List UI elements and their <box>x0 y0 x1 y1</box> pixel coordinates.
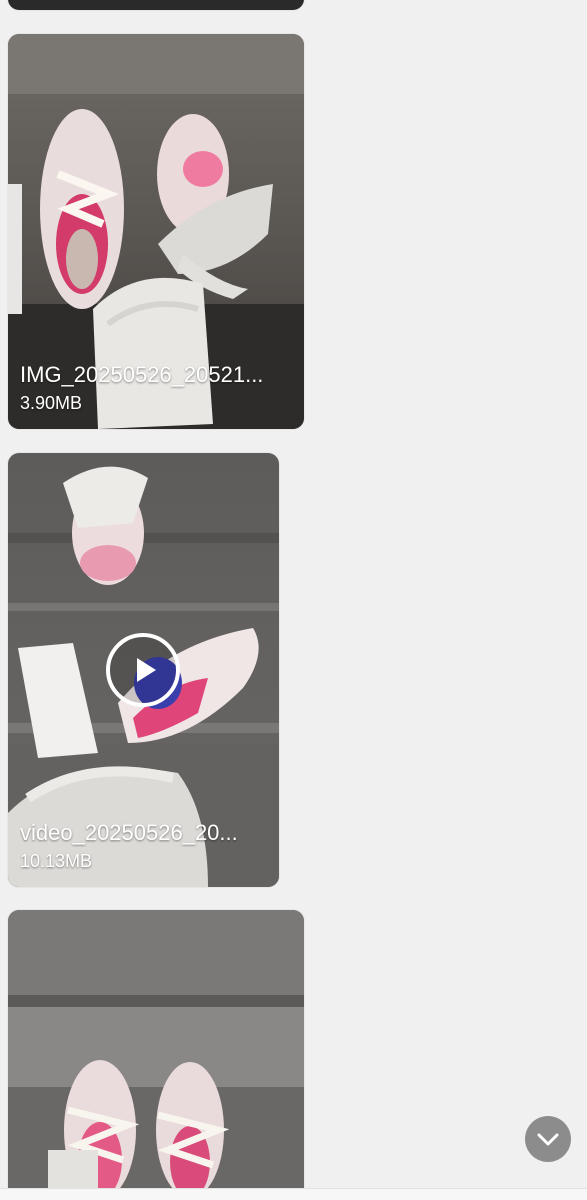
image-message[interactable]: IMG_20250526_20521... 3.90MB <box>8 34 304 429</box>
file-size: 10.13MB <box>20 851 93 871</box>
file-name: video_20250526_20... <box>20 820 238 845</box>
video-message[interactable]: video_20250526_20... 10.13MB <box>8 453 279 887</box>
chevron-down-icon <box>537 1133 559 1146</box>
image-message[interactable] <box>8 910 304 1200</box>
scroll-to-bottom-button[interactable] <box>525 1116 571 1162</box>
media-caption: IMG_20250526_20521... 3.90MB <box>20 361 292 415</box>
media-caption: video_20250526_20... 10.13MB <box>20 819 267 873</box>
file-name: IMG_20250526_20521... <box>20 362 264 387</box>
file-size: 3.90MB <box>20 393 83 413</box>
input-bar-edge <box>0 1188 587 1200</box>
play-icon <box>137 658 156 682</box>
chat-message-list[interactable]: IMG_20250526_20521... 3.90MB video_20250… <box>0 0 587 1200</box>
previous-media-message[interactable] <box>8 0 304 10</box>
image-thumbnail <box>8 910 304 1200</box>
play-button[interactable] <box>106 633 180 707</box>
